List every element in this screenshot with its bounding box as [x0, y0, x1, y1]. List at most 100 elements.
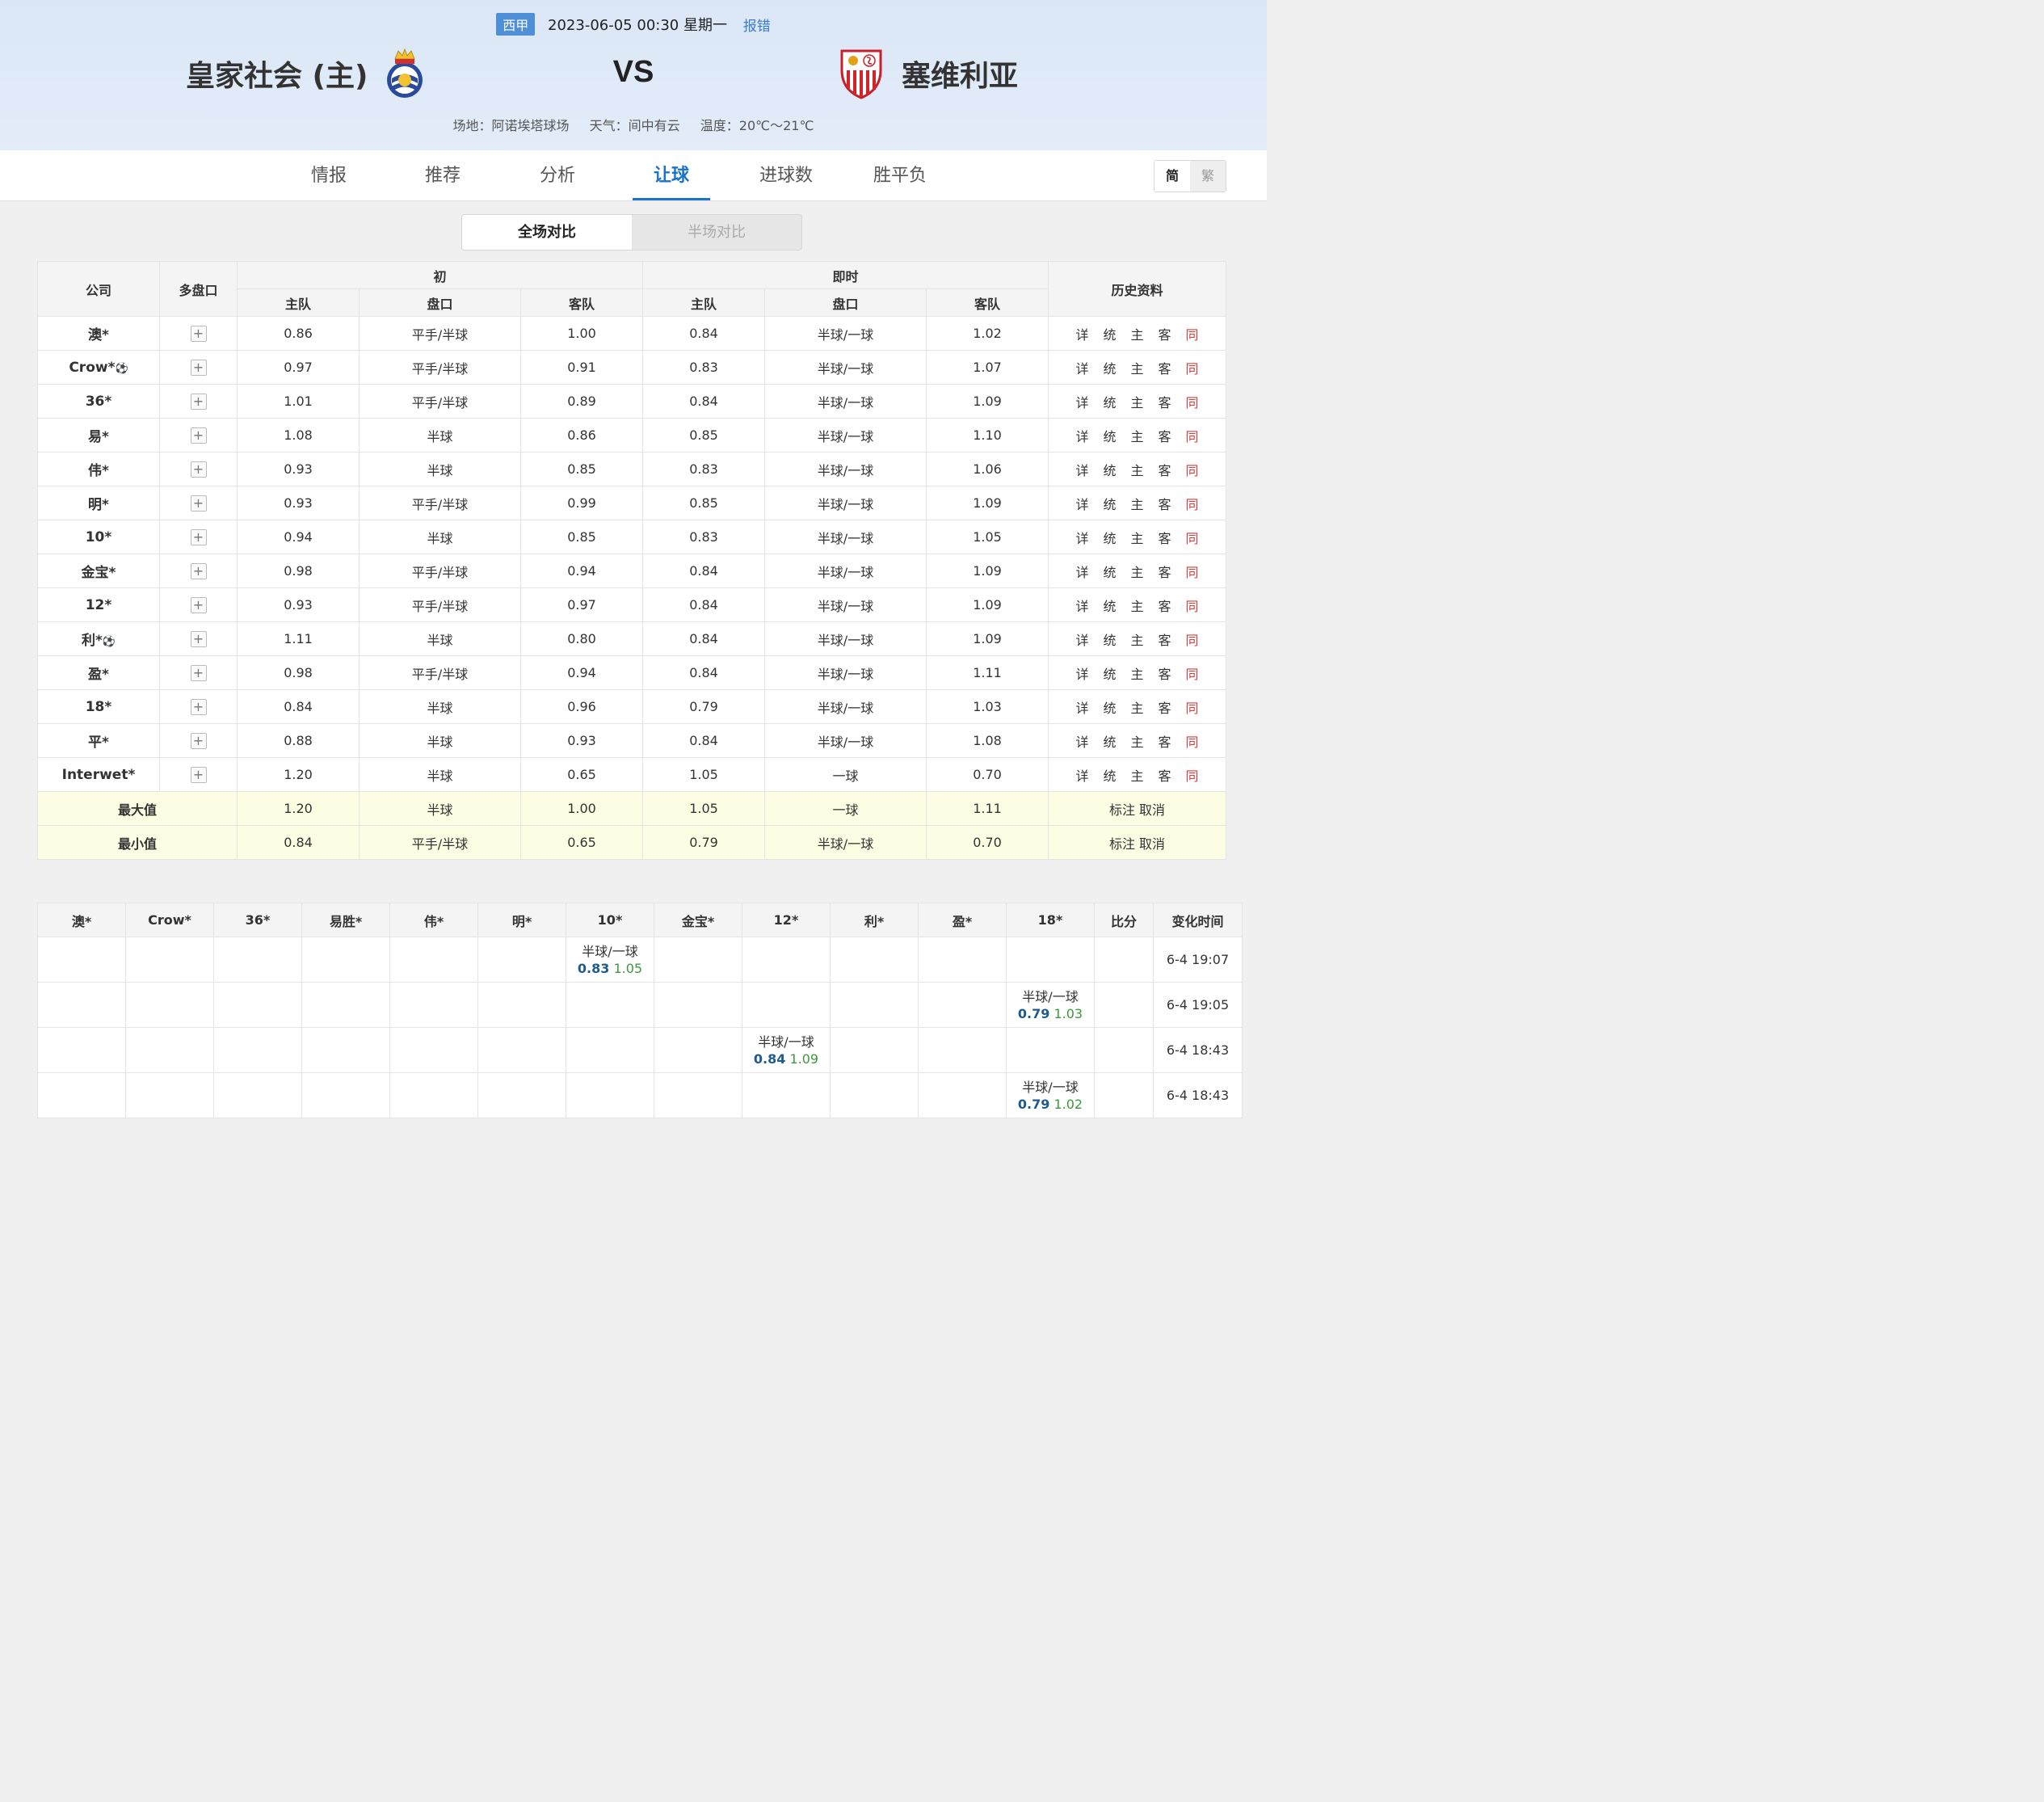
tab-1x2[interactable]: 胜平负 [860, 150, 940, 200]
history-away-link[interactable]: 客 [1159, 494, 1171, 513]
history-away-link[interactable]: 客 [1159, 426, 1171, 445]
expand-plus-icon[interactable]: + [190, 359, 207, 376]
history-stats-link[interactable]: 统 [1103, 697, 1116, 717]
history-home-link[interactable]: 主 [1131, 426, 1144, 445]
history-home-link[interactable]: 主 [1131, 697, 1144, 717]
history-detail-link[interactable]: 详 [1075, 358, 1088, 377]
expand-plus-icon[interactable]: + [190, 461, 207, 478]
expand-plus-icon[interactable]: + [190, 766, 207, 783]
expand-plus-icon[interactable]: + [190, 698, 207, 715]
tab-goals[interactable]: 进球数 [746, 150, 826, 200]
company-name[interactable]: 明* [37, 486, 160, 520]
history-detail-link[interactable]: 详 [1075, 663, 1088, 683]
history-home-link[interactable]: 主 [1131, 494, 1144, 513]
tab-recommend[interactable]: 推荐 [402, 150, 483, 200]
history-away-link[interactable]: 客 [1159, 596, 1171, 615]
history-same-link[interactable]: 同 [1186, 663, 1199, 683]
company-name[interactable]: 12* [37, 587, 160, 622]
expand-plus-icon[interactable]: + [190, 528, 207, 545]
history-same-link[interactable]: 同 [1186, 494, 1199, 513]
away-team[interactable]: 塞维利亚 [837, 45, 1018, 102]
history-home-link[interactable]: 主 [1131, 596, 1144, 615]
tab-info[interactable]: 情报 [288, 150, 369, 200]
company-name[interactable]: 伟* [37, 452, 160, 486]
history-away-link[interactable]: 客 [1159, 731, 1171, 751]
history-home-link[interactable]: 主 [1131, 392, 1144, 411]
history-same-link[interactable]: 同 [1186, 528, 1199, 547]
history-detail-link[interactable]: 详 [1075, 324, 1088, 343]
history-stats-link[interactable]: 统 [1103, 765, 1116, 785]
company-name[interactable]: 36* [37, 384, 160, 419]
company-name[interactable]: 利*⚽ [37, 621, 160, 656]
history-detail-link[interactable]: 详 [1075, 765, 1088, 785]
history-same-link[interactable]: 同 [1186, 426, 1199, 445]
history-stats-link[interactable]: 统 [1103, 663, 1116, 683]
history-home-link[interactable]: 主 [1131, 528, 1144, 547]
expand-plus-icon[interactable]: + [190, 664, 207, 681]
history-home-link[interactable]: 主 [1131, 765, 1144, 785]
history-same-link[interactable]: 同 [1186, 765, 1199, 785]
history-stats-link[interactable]: 统 [1103, 731, 1116, 751]
company-name[interactable]: Crow*⚽ [37, 350, 160, 385]
history-same-link[interactable]: 同 [1186, 731, 1199, 751]
expand-plus-icon[interactable]: + [190, 732, 207, 749]
history-same-link[interactable]: 同 [1186, 629, 1199, 649]
history-home-link[interactable]: 主 [1131, 663, 1144, 683]
history-detail-link[interactable]: 详 [1075, 596, 1088, 615]
company-name[interactable]: 盈* [37, 655, 160, 690]
full-match-compare-button[interactable]: 全场对比 [462, 215, 632, 250]
half-time-compare-button[interactable]: 半场对比 [632, 215, 801, 250]
history-same-link[interactable]: 同 [1186, 562, 1199, 581]
expand-plus-icon[interactable]: + [190, 325, 207, 342]
company-name[interactable]: 18* [37, 689, 160, 724]
history-stats-link[interactable]: 统 [1103, 392, 1116, 411]
history-same-link[interactable]: 同 [1186, 460, 1199, 479]
history-stats-link[interactable]: 统 [1103, 629, 1116, 649]
history-away-link[interactable]: 客 [1159, 765, 1171, 785]
history-detail-link[interactable]: 详 [1075, 392, 1088, 411]
expand-plus-icon[interactable]: + [190, 630, 207, 647]
history-detail-link[interactable]: 详 [1075, 629, 1088, 649]
company-name[interactable]: 10* [37, 520, 160, 554]
company-name[interactable]: 易* [37, 418, 160, 453]
history-stats-link[interactable]: 统 [1103, 426, 1116, 445]
history-home-link[interactable]: 主 [1131, 562, 1144, 581]
expand-plus-icon[interactable]: + [190, 427, 207, 444]
history-home-link[interactable]: 主 [1131, 460, 1144, 479]
company-name[interactable]: 平* [37, 723, 160, 758]
history-stats-link[interactable]: 统 [1103, 460, 1116, 479]
history-stats-link[interactable]: 统 [1103, 358, 1116, 377]
company-name[interactable]: 澳* [37, 316, 160, 351]
history-detail-link[interactable]: 详 [1075, 697, 1088, 717]
history-away-link[interactable]: 客 [1159, 324, 1171, 343]
expand-plus-icon[interactable]: + [190, 596, 207, 613]
history-away-link[interactable]: 客 [1159, 392, 1171, 411]
history-home-link[interactable]: 主 [1131, 629, 1144, 649]
history-stats-link[interactable]: 统 [1103, 528, 1116, 547]
tab-analysis[interactable]: 分析 [517, 150, 598, 200]
history-detail-link[interactable]: 详 [1075, 528, 1088, 547]
history-away-link[interactable]: 客 [1159, 562, 1171, 581]
history-detail-link[interactable]: 详 [1075, 562, 1088, 581]
tab-handicap[interactable]: 让球 [631, 150, 712, 200]
history-stats-link[interactable]: 统 [1103, 596, 1116, 615]
history-away-link[interactable]: 客 [1159, 663, 1171, 683]
history-away-link[interactable]: 客 [1159, 697, 1171, 717]
history-home-link[interactable]: 主 [1131, 731, 1144, 751]
history-stats-link[interactable]: 统 [1103, 562, 1116, 581]
history-detail-link[interactable]: 详 [1075, 460, 1088, 479]
lang-traditional-button[interactable]: 繁 [1190, 161, 1226, 192]
mark-cancel-link[interactable]: 标注 取消 [1048, 825, 1227, 860]
history-detail-link[interactable]: 详 [1075, 731, 1088, 751]
report-error-link[interactable]: 报错 [743, 15, 771, 35]
history-same-link[interactable]: 同 [1186, 392, 1199, 411]
history-stats-link[interactable]: 统 [1103, 324, 1116, 343]
history-stats-link[interactable]: 统 [1103, 494, 1116, 513]
history-same-link[interactable]: 同 [1186, 697, 1199, 717]
history-home-link[interactable]: 主 [1131, 324, 1144, 343]
company-name[interactable]: Interwet* [37, 757, 160, 792]
history-same-link[interactable]: 同 [1186, 324, 1199, 343]
company-name[interactable]: 金宝* [37, 554, 160, 588]
history-away-link[interactable]: 客 [1159, 460, 1171, 479]
lang-simplified-button[interactable]: 简 [1154, 161, 1190, 192]
